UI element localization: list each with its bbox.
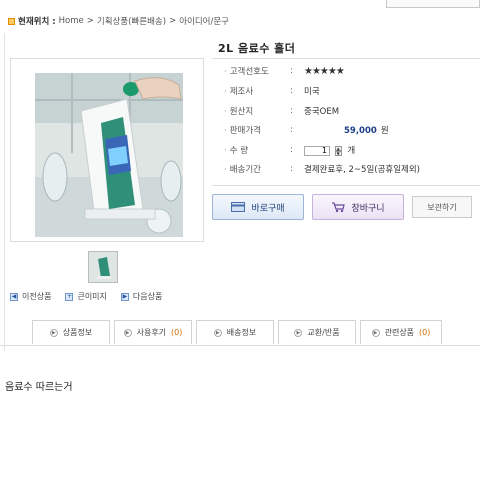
info-row-manufacturer: 제조사 : 미국 xyxy=(212,82,480,100)
price-value: 59,000 xyxy=(344,126,377,136)
image-navigation: ◀ 이전상품 + 큰이미지 ▶ 다음상품 xyxy=(10,291,162,302)
next-product-label: 다음상품 xyxy=(132,292,163,301)
info-row-origin: 원산지 : 중국OEM xyxy=(212,102,480,120)
shipping-value: 결제완료후, 2~5일(공휴일제외) xyxy=(304,165,420,175)
price-unit: 원 xyxy=(380,126,389,136)
tab-exchange-return[interactable]: ▶ 교환/반품 xyxy=(278,320,356,344)
save-for-later-button[interactable]: 보관하기 xyxy=(412,196,472,218)
breadcrumb: 현재위치 : Home > 기획상품(빠른배송) > 아이디어/문구 xyxy=(8,15,229,27)
next-product-button[interactable]: ▶ 다음상품 xyxy=(120,291,163,302)
tab-label: 관련상품 xyxy=(384,328,415,337)
left-divider xyxy=(4,33,5,351)
post-caption: 음료수 따르는거 xyxy=(5,382,73,393)
tab-label: 상품정보 xyxy=(62,328,93,337)
tab-product-info[interactable]: ▶ 상품정보 xyxy=(32,320,110,344)
arrow-right-icon: ▶ xyxy=(123,328,132,337)
product-thumbnail[interactable] xyxy=(88,251,118,283)
tab-count: (0) xyxy=(419,328,431,337)
info-label: 제조사 xyxy=(212,85,290,97)
cart-icon xyxy=(332,202,346,213)
info-label: 판매가격 xyxy=(212,124,290,136)
add-to-cart-button[interactable]: 장바구니 xyxy=(312,194,404,220)
info-row-price: 판매가격 : 59,000원 xyxy=(212,121,480,139)
info-row-rating: 고객선호도 : ★★★★★ xyxy=(212,62,480,80)
tab-shipping-info[interactable]: ▶ 배송정보 xyxy=(196,320,274,344)
product-image[interactable] xyxy=(10,58,204,242)
product-tabs: ▶ 상품정보 ▶ 사용후기 (0) ▶ 배송정보 ▶ 교환/반품 ▶ 관련상품 … xyxy=(0,316,480,346)
info-label: 원산지 xyxy=(212,105,290,117)
product-title: 2L 음료수 홀더 xyxy=(218,42,296,55)
zoom-image-label: 큰이미지 xyxy=(77,292,107,301)
save-for-later-label: 보관하기 xyxy=(427,202,457,212)
rating-stars: ★★★★★ xyxy=(304,65,345,77)
tab-label: 사용후기 xyxy=(136,328,167,337)
buy-now-button[interactable]: 바로구매 xyxy=(212,194,304,220)
arrow-right-icon: ▶ xyxy=(213,328,222,337)
info-label: 배송기간 xyxy=(212,163,290,175)
tab-reviews[interactable]: ▶ 사용후기 (0) xyxy=(114,320,192,344)
breadcrumb-separator: > xyxy=(86,16,94,26)
info-row-quantity: 수 량 : ▲ ▼ 개 xyxy=(212,141,480,159)
product-photo xyxy=(11,59,203,241)
quantity-stepper[interactable]: ▲ ▼ xyxy=(334,145,342,156)
quantity-input[interactable] xyxy=(304,145,330,156)
info-row-shipping: 배송기간 : 결제완료후, 2~5일(공휴일제외) xyxy=(212,160,480,178)
prev-product-label: 이전상품 xyxy=(22,292,52,301)
quantity-unit: 개 xyxy=(347,146,356,156)
zoom-image-button[interactable]: + 큰이미지 xyxy=(65,291,107,302)
thumbnail-photo xyxy=(89,252,117,282)
breadcrumb-category-link[interactable]: 기획상품(빠른배송) xyxy=(97,15,166,27)
top-partial-box xyxy=(386,0,480,8)
info-label: 수 량 xyxy=(212,144,290,156)
add-to-cart-label: 장바구니 xyxy=(351,203,385,214)
breadcrumb-subcategory-link[interactable]: 아이디어/문구 xyxy=(179,15,229,27)
arrow-right-icon: ▶ xyxy=(371,328,380,337)
arrow-right-icon: ▶ xyxy=(294,328,303,337)
card-icon xyxy=(231,202,246,212)
arrow-right-icon: ▶ xyxy=(120,292,129,301)
tab-label: 배송정보 xyxy=(226,328,257,337)
breadcrumb-separator: > xyxy=(169,16,177,26)
action-buttons: 바로구매 장바구니 보관하기 xyxy=(212,194,480,220)
location-icon xyxy=(8,17,15,25)
manufacturer-value: 미국 xyxy=(304,87,320,97)
prev-product-button[interactable]: ◀ 이전상품 xyxy=(10,291,51,302)
stepper-down-icon[interactable]: ▼ xyxy=(334,150,342,156)
tab-related-products[interactable]: ▶ 관련상품 (0) xyxy=(360,320,442,344)
info-label: 고객선호도 xyxy=(212,65,290,77)
tab-label: 교환/반품 xyxy=(307,328,340,337)
arrow-right-icon: ▶ xyxy=(49,328,58,337)
tab-count: (0) xyxy=(171,328,183,337)
breadcrumb-here-label: 현재위치 : xyxy=(18,17,56,27)
magnifier-icon: + xyxy=(65,292,74,301)
arrow-left-icon: ◀ xyxy=(10,292,18,301)
origin-value: 중국OEM xyxy=(304,107,340,117)
buy-now-label: 바로구매 xyxy=(251,203,285,214)
breadcrumb-home-link[interactable]: Home xyxy=(59,16,84,26)
